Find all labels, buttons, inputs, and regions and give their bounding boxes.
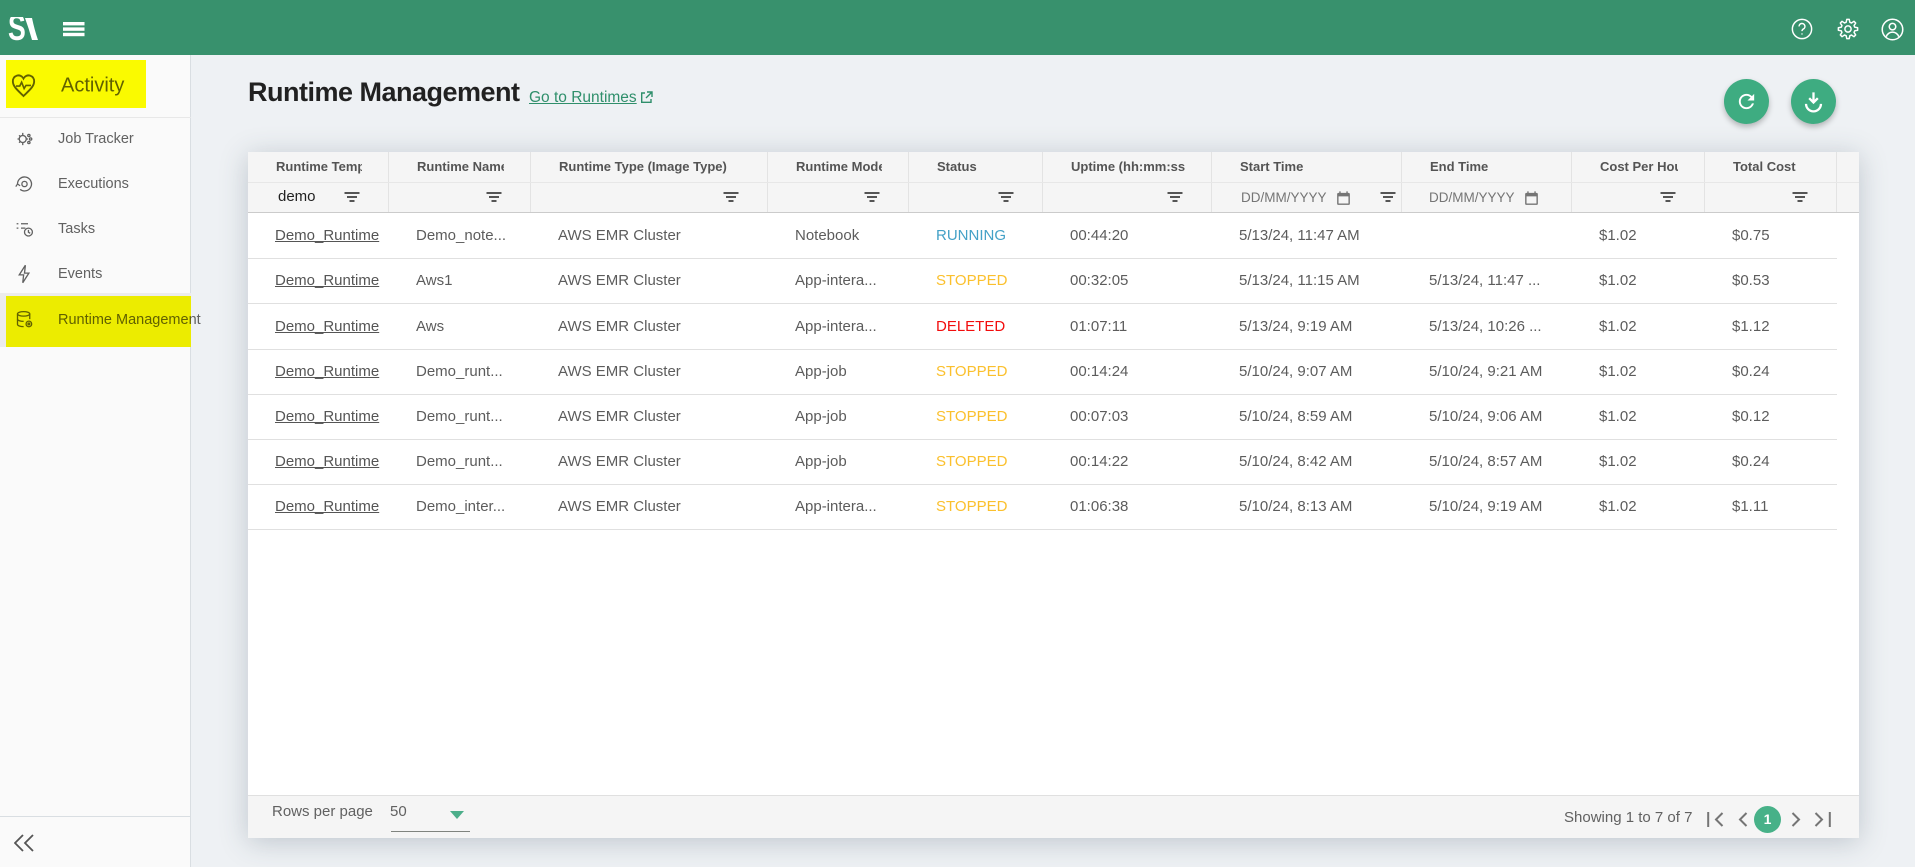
svg-text:S: S (8, 17, 26, 41)
